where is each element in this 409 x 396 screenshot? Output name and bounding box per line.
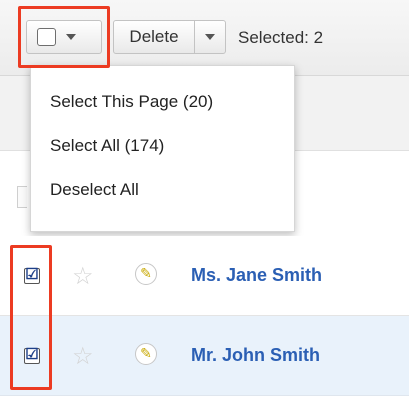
record-name-link[interactable]: Mr. John Smith xyxy=(191,345,320,366)
delete-button-group: Delete xyxy=(113,20,226,54)
table-row: ☑ ☆ ✎ Mr. John Smith xyxy=(0,316,409,396)
menu-item-select-all[interactable]: Select All (174) xyxy=(50,136,164,156)
highlight-box xyxy=(10,245,52,390)
star-outline-icon[interactable]: ☆ xyxy=(72,262,94,291)
delete-button[interactable]: Delete xyxy=(114,21,195,53)
menu-item-select-this-page[interactable]: Select This Page (20) xyxy=(50,92,213,112)
pencil-icon[interactable]: ✎ xyxy=(135,343,157,365)
menu-item-deselect-all[interactable]: Deselect All xyxy=(50,180,139,200)
star-outline-icon[interactable]: ☆ xyxy=(72,342,94,371)
chevron-down-icon xyxy=(205,34,215,40)
table-row: ☑ ☆ ✎ Ms. Jane Smith xyxy=(0,236,409,316)
selected-count: Selected: 2 xyxy=(238,28,324,47)
mass-select-menu: Select This Page (20) Select All (174) D… xyxy=(30,65,295,232)
pencil-icon[interactable]: ✎ xyxy=(135,263,157,285)
actions-dropdown-button[interactable] xyxy=(195,34,225,40)
highlight-box xyxy=(18,6,110,68)
record-name-link[interactable]: Ms. Jane Smith xyxy=(191,265,322,286)
header-checkbox-edge xyxy=(17,186,27,208)
